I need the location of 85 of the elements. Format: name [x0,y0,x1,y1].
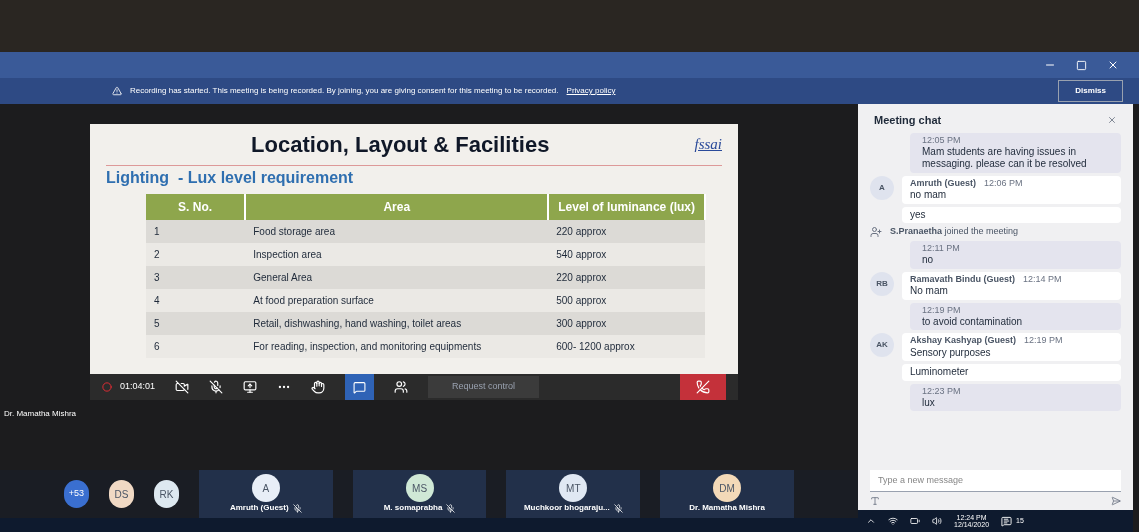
slide-logo: fssai [694,135,722,155]
table-cell: General Area [245,266,549,289]
presenter-name: Dr. Mamatha Mishra [4,408,78,420]
record-icon [102,382,112,392]
privacy-link[interactable]: Privacy policy [566,85,616,97]
participant-avatar: A [251,474,280,502]
table-cell: Food storage area [245,220,549,243]
raise-hand-icon[interactable] [311,380,326,394]
table-cell: 4 [146,289,246,312]
chat-bubble: yes [902,206,1121,223]
request-control-button[interactable]: Request control [428,376,540,398]
user-avatar: RB [870,271,894,296]
table-cell: 3 [146,266,246,289]
participant-name: M. somaprabha [383,502,443,514]
table-cell: For reading, inspection, and monitoring equipments [245,335,549,358]
notification-icon[interactable] [1001,515,1013,527]
chat-title: Meeting chat [874,113,943,128]
user-avatar: AK [870,333,894,358]
message-text: No mam [910,285,949,298]
slide-subtitle: Lighting - Lux level requirement [106,168,355,188]
overflow-count[interactable]: +53 [64,480,89,508]
message-time: 12:14 PM [1023,273,1062,285]
message-time: 12:19 PM [1024,335,1063,347]
battery-icon[interactable] [910,516,920,526]
participant-avatar: DM [713,474,742,502]
table-cell: 220 approx [548,266,705,289]
participant-avatar: DS [108,480,134,508]
share-screen-icon[interactable] [243,380,258,394]
table-cell: 600- 1200 approx [548,335,705,358]
table-cell: Retail, dishwashing, hand washing, toilet areas [245,312,549,335]
message-time: 12:23 PM [922,385,962,397]
table-cell: 500 approx [548,289,705,312]
close-icon[interactable] [1107,59,1119,71]
warning-icon [112,86,122,96]
participant-avatar: MS [405,474,434,502]
maximize-icon[interactable] [1076,59,1087,71]
table-cell: 6 [146,335,246,358]
message-author: Akshay Kashyap (Guest) [910,335,1017,347]
message-text: Sensory purposes [910,346,992,359]
table-cell: At food preparation surface [245,289,549,312]
table-cell: 1 [146,220,246,243]
table-cell: Inspection area [245,243,549,266]
message-text: Mam students are having issues in messaging. please can it be resolved [922,145,1088,171]
camera-off-icon[interactable] [175,380,190,394]
message-author: Ramavath Bindu (Guest) [910,273,1015,285]
message-text: to avoid contamination [922,315,1024,329]
participant-avatar: MT [559,474,588,502]
speaker-icon[interactable] [932,516,942,526]
participant-name: Amruth (Guest) [229,502,289,514]
participant-name: Muchkoor bhogaraju... [523,502,610,514]
hang-up-icon [696,380,710,394]
chat-button[interactable] [345,374,375,400]
mic-off-icon[interactable] [209,380,224,394]
message-author: Amruth (Guest) [910,177,976,189]
message-time: 12:19 PM [922,304,962,316]
hang-up-button[interactable] [680,374,726,400]
message-text: no mam [910,189,948,202]
wifi-icon[interactable] [888,516,898,526]
message-text: no [922,254,935,267]
format-icon[interactable] [870,496,880,506]
dismiss-button[interactable]: Dismiss [1058,80,1123,102]
table-cell: 540 approx [548,243,705,266]
participant-name: Dr. Mamatha Mishra [689,502,765,514]
table-cell: 5 [146,312,246,335]
person-plus-icon [870,226,882,238]
call-timer: 01:04:01 [120,380,156,394]
close-icon[interactable] [1107,115,1117,126]
participants-icon[interactable] [394,380,409,394]
event-text: S.Pranaetha joined the meeting [890,226,1019,238]
chat-icon [353,380,367,394]
message-time: 12:06 PM [984,177,1023,189]
banner-message: Recording has started. This meeting is being recorded. By joining, you are giving consent for this meeting to be recorded. [130,85,559,97]
table-cell: 220 approx [548,220,705,243]
table-cell: 2 [146,243,246,266]
participant-avatar: RK [153,480,179,508]
chevron-up-icon[interactable] [866,516,876,526]
message-text: lux [922,396,936,410]
message-time: 12:05 PM [922,134,962,146]
table-cell: 300 approx [548,312,705,335]
message-time: 12:11 PM [922,243,961,255]
slide-title: Location, Layout & Facilities [250,131,551,159]
user-avatar: A [870,175,894,200]
chat-bubble: Luminometer [902,364,1121,381]
message-input[interactable]: Type a new message [870,469,1121,492]
send-icon[interactable] [1111,496,1121,506]
